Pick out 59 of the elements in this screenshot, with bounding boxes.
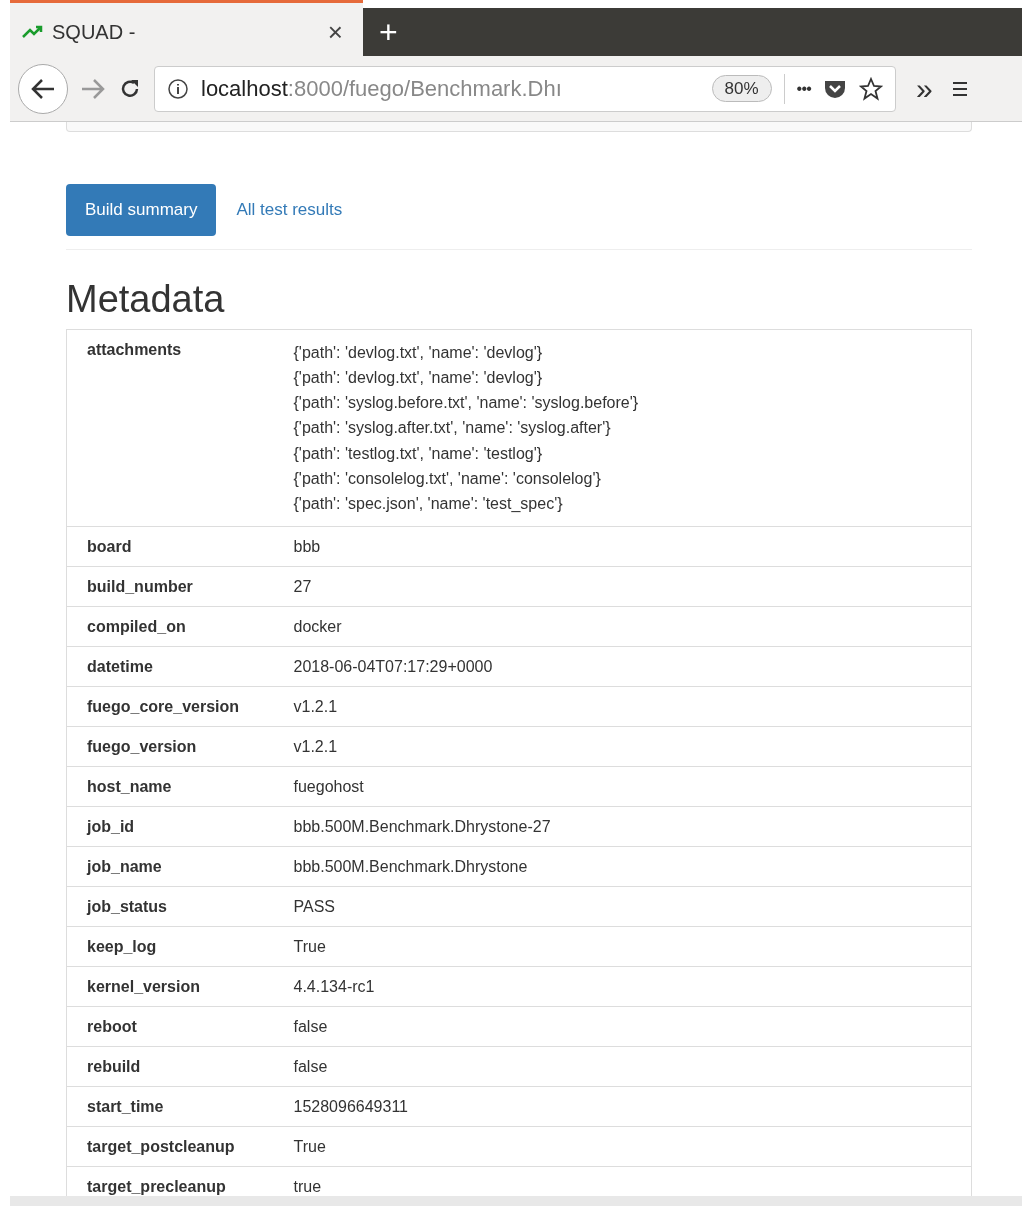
metadata-key: board xyxy=(87,537,132,555)
metadata-value: 2018-06-04T07:17:29+0000 xyxy=(293,657,493,675)
metadata-value: v1.2.1 xyxy=(293,737,338,755)
metadata-key: job_name xyxy=(87,857,162,875)
new-tab-button[interactable]: + xyxy=(363,8,414,56)
metadata-value: {'path': 'devlog.txt', 'name': 'devlog'} xyxy=(293,343,543,361)
metadata-value: PASS xyxy=(293,897,335,915)
metadata-value: true xyxy=(293,1177,322,1195)
browser-tab[interactable]: SQUAD - × xyxy=(10,8,363,56)
metadata-value: false xyxy=(293,1017,328,1035)
metadata-value: {'path': 'consolelog.txt', 'name': 'consolelog'} xyxy=(293,470,601,487)
star-icon[interactable] xyxy=(859,76,883,101)
metadata-value: {'path': 'devlog.txt', 'name': 'devlog'} xyxy=(293,368,543,386)
zoom-badge[interactable]: 80% xyxy=(711,74,772,103)
metadata-key: fuego_version xyxy=(87,737,197,755)
metadata-value: True xyxy=(293,937,326,955)
back-button[interactable] xyxy=(18,63,68,114)
metadata-value: 1528096649311 xyxy=(293,1097,408,1115)
metadata-key: compiled_on xyxy=(87,617,186,635)
metadata-key: kernel_version xyxy=(87,977,200,995)
back-arrow-icon xyxy=(30,77,56,100)
close-tab-button[interactable]: × xyxy=(327,12,351,52)
metadata-value: {'path': 'syslog.before.txt', 'name': 'syslog.before'} xyxy=(293,394,639,412)
metadata-value: fuegohost xyxy=(293,777,364,795)
metadata-value: v1.2.1 xyxy=(293,697,338,715)
metadata-key: reboot xyxy=(87,1017,137,1035)
metadata-value: 27 xyxy=(293,577,312,595)
trend-icon xyxy=(22,25,44,39)
metadata-key: target_postcleanup xyxy=(87,1137,235,1155)
metadata-value: {'path': 'spec.json', 'name': 'test_spec'} xyxy=(293,495,563,513)
metadata-key: start_time xyxy=(87,1097,164,1115)
metadata-value: {'path': 'syslog.after.txt', 'name': 'syslog.after'} xyxy=(293,419,611,437)
nav-tab[interactable]: Build summary xyxy=(66,184,217,236)
metadata-value: bbb.500M.Benchmark.Dhrystone xyxy=(293,857,528,875)
metadata-key: job_id xyxy=(87,817,135,835)
more-button[interactable]: ••• xyxy=(796,76,811,101)
metadata-key: fuego_core_version xyxy=(87,697,240,715)
metadata-key: job_status xyxy=(87,897,167,915)
metadata-key: datetime xyxy=(87,657,153,675)
metadata-value: false xyxy=(293,1057,328,1075)
metadata-key: host_name xyxy=(87,777,172,795)
url-bar[interactable]: localhost:8000/fuego/Benchmark.Dhı 80% ••• xyxy=(154,65,896,112)
metadata-value: True xyxy=(293,1137,326,1155)
metadata-key: build_number xyxy=(87,577,193,595)
metadata-key: rebuild xyxy=(87,1057,141,1075)
metadata-key: keep_log xyxy=(87,937,157,955)
nav-tab[interactable]: All test results xyxy=(224,184,355,236)
url-text: localhost:8000/fuego/Benchmark.Dhı xyxy=(201,75,563,103)
overflow-button[interactable]: » xyxy=(908,66,941,111)
metadata-key: attachments xyxy=(87,340,182,358)
metadata-value: 4.4.134-rc1 xyxy=(293,977,375,995)
section-heading: Metadata xyxy=(66,276,226,322)
metadata-value: docker xyxy=(293,617,342,635)
metadata-value: {'path': 'testlog.txt', 'name': 'testlog'} xyxy=(293,444,543,462)
metadata-value: bbb xyxy=(293,537,321,555)
metadata-value: bbb.500M.Benchmark.Dhrystone-27 xyxy=(293,817,551,835)
metadata-key: target_precleanup xyxy=(87,1177,226,1195)
info-icon xyxy=(167,77,189,100)
tab-title: SQUAD - xyxy=(52,20,136,45)
